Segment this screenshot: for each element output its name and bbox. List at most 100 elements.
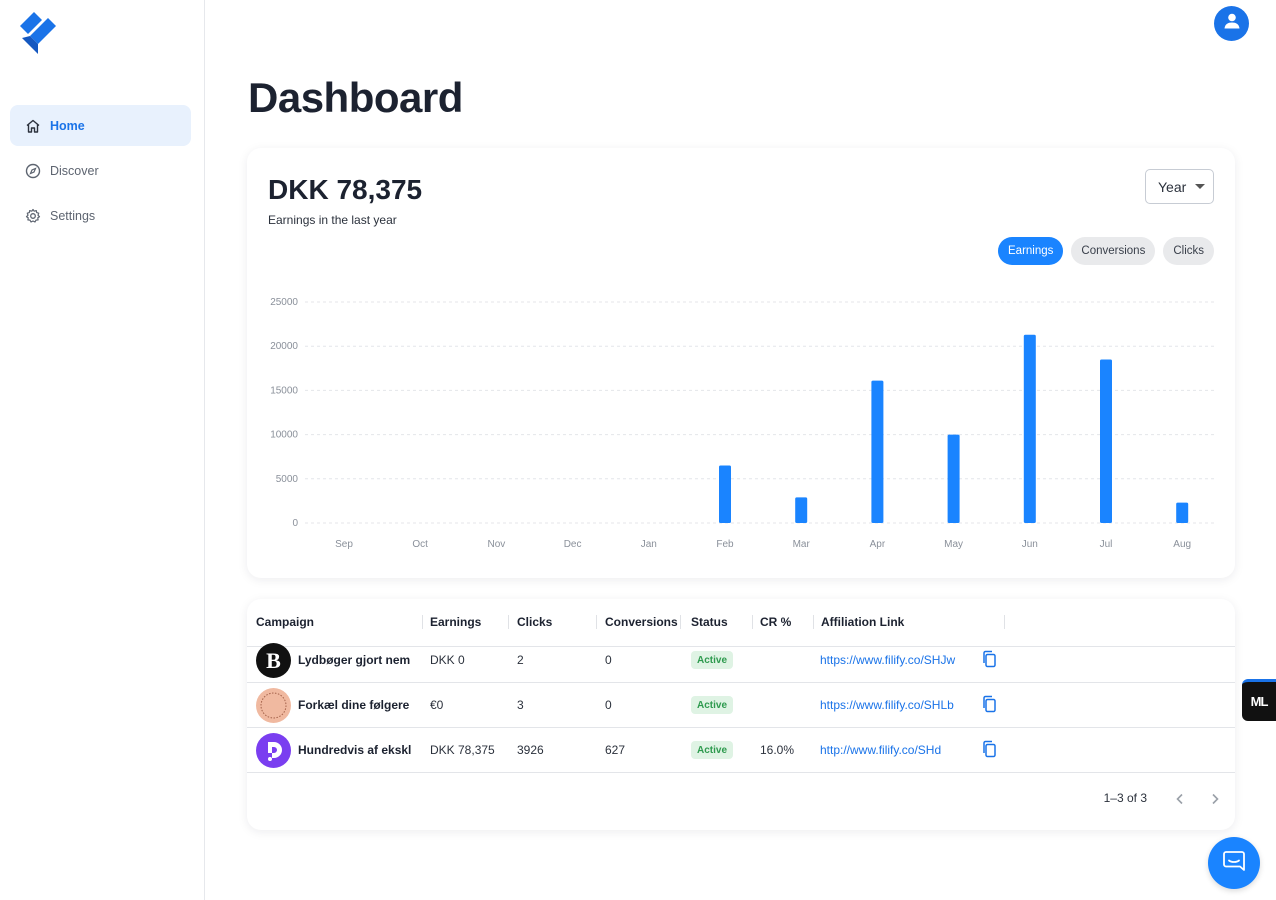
x-tick-label: Nov [488,539,506,550]
column-divider[interactable] [1004,615,1005,629]
status-badge: Active [691,696,734,714]
column-divider[interactable] [596,615,597,629]
sidebar: Home Discover Settings [0,0,205,900]
sidebar-item-settings[interactable]: Settings [10,195,191,236]
x-tick-label: Aug [1173,539,1191,550]
conversions-value: 0 [605,698,612,712]
clicks-value: 3 [517,698,524,712]
previous-page-button[interactable] [1170,789,1190,809]
status-badge: Active [691,741,734,759]
column-header-clicks[interactable]: Clicks [517,615,552,629]
clicks-value: 2 [517,653,524,667]
chart-bar-apr[interactable] [871,380,884,523]
x-tick-label: Jan [641,539,657,550]
earnings-value: DKK 78,375 [430,743,495,757]
campaign-logo: B [256,643,291,678]
chat-launcher-button[interactable] [1208,837,1260,889]
app-logo[interactable] [20,12,58,54]
copy-icon[interactable] [981,740,997,758]
column-header-earnings[interactable]: Earnings [430,615,481,629]
side-widget-label: ML [1250,694,1269,709]
user-avatar-button[interactable] [1214,6,1249,41]
earnings-bar-chart: 0 5000 10000 15000 20000 25000 Sep Oct Nov Dec Jan… [270,297,1217,550]
y-tick-label: 15000 [270,385,298,396]
chevron-left-icon [1176,793,1183,805]
affiliation-link[interactable]: https://www.filify.co/SHLb [820,698,954,712]
table-row[interactable]: Hundredvis af ekskl DKK 78,375 3926 627 … [247,728,1235,773]
campaign-logo [256,733,291,768]
y-tick-label: 5000 [276,474,299,485]
column-divider[interactable] [422,615,423,629]
column-header-cr[interactable]: CR % [760,615,791,629]
period-select-value: Year [1158,178,1187,195]
user-icon [1222,11,1242,36]
svg-text:B: B [266,648,281,673]
sidebar-item-label: Discover [50,163,99,178]
column-divider[interactable] [508,615,509,629]
x-tick-label: Jul [1100,539,1113,550]
earnings-caption: Earnings in the last year [268,213,397,227]
side-extension-widget[interactable]: ML [1242,679,1276,721]
earnings-total: DKK 78,375 [268,174,423,205]
x-tick-label: Sep [335,539,353,550]
conversions-value: 0 [605,653,612,667]
chevron-down-icon [1195,184,1206,189]
tab-conversions[interactable]: Conversions [1071,237,1156,265]
chat-icon [1222,850,1246,877]
y-tick-label: 20000 [270,341,298,352]
period-select[interactable]: Year [1145,169,1214,204]
clicks-value: 3926 [517,743,544,757]
campaign-name: Hundredvis af ekskl [298,743,412,757]
x-tick-label: Oct [412,539,428,550]
campaign-logo [256,688,291,723]
sidebar-nav: Home Discover Settings [10,105,191,240]
column-divider[interactable] [680,615,681,629]
column-header-conversions[interactable]: Conversions [605,615,678,629]
sidebar-item-label: Settings [50,208,96,223]
column-header-affiliation-link[interactable]: Affiliation Link [821,615,904,629]
y-tick-label: 0 [292,518,298,529]
compass-icon [24,162,42,180]
column-header-campaign[interactable]: Campaign [256,615,314,629]
y-tick-label: 10000 [270,430,298,441]
campaign-name: Lydbøger gjort nem [298,653,411,667]
status-badge: Active [691,651,734,669]
copy-icon[interactable] [981,695,997,713]
gear-icon [24,207,42,225]
cr-value: 16.0% [760,743,795,757]
x-tick-label: Jun [1022,539,1038,550]
sidebar-item-discover[interactable]: Discover [10,150,191,191]
affiliation-link[interactable]: https://www.filify.co/SHJw [820,653,955,667]
tab-clicks[interactable]: Clicks [1163,237,1214,265]
x-tick-label: Apr [870,539,886,550]
chart-bar-jul[interactable] [1100,359,1112,523]
chart-bar-aug[interactable] [1176,502,1189,523]
conversions-value: 627 [605,743,626,757]
x-tick-label: May [944,539,963,550]
tab-earnings[interactable]: Earnings [998,237,1064,265]
next-page-button[interactable] [1205,789,1225,809]
sidebar-item-home[interactable]: Home [10,105,191,146]
column-divider[interactable] [813,615,814,629]
campaign-name: Forkæl dine følgere [298,698,410,712]
chart-bar-feb[interactable] [719,465,731,523]
column-divider[interactable] [752,615,753,629]
chevron-right-icon [1212,793,1219,805]
affiliation-link[interactable]: http://www.filify.co/SHd [820,743,941,757]
table-row[interactable]: B Lydbøger gjort nem DKK 0 2 0 Active ht… [247,638,1235,683]
page-title: Dashboard [248,74,463,121]
copy-icon[interactable] [981,650,997,668]
chart-bar-mar[interactable] [795,497,808,523]
column-header-status[interactable]: Status [691,615,728,629]
y-tick-label: 25000 [270,297,298,308]
chart-bar-jun[interactable] [1023,334,1036,523]
x-tick-label: Mar [793,539,811,550]
earnings-value: €0 [430,698,444,712]
chart-bar-may[interactable] [947,434,960,523]
home-icon [24,117,42,135]
x-tick-label: Dec [564,539,582,550]
table-row[interactable]: Forkæl dine følgere €0 3 0 Active https:… [247,683,1235,728]
earnings-card: DKK 78,375 Earnings in the last year Yea… [247,148,1235,578]
earnings-value: DKK 0 [430,653,465,667]
pagination-label: 1–3 of 3 [1103,791,1147,805]
